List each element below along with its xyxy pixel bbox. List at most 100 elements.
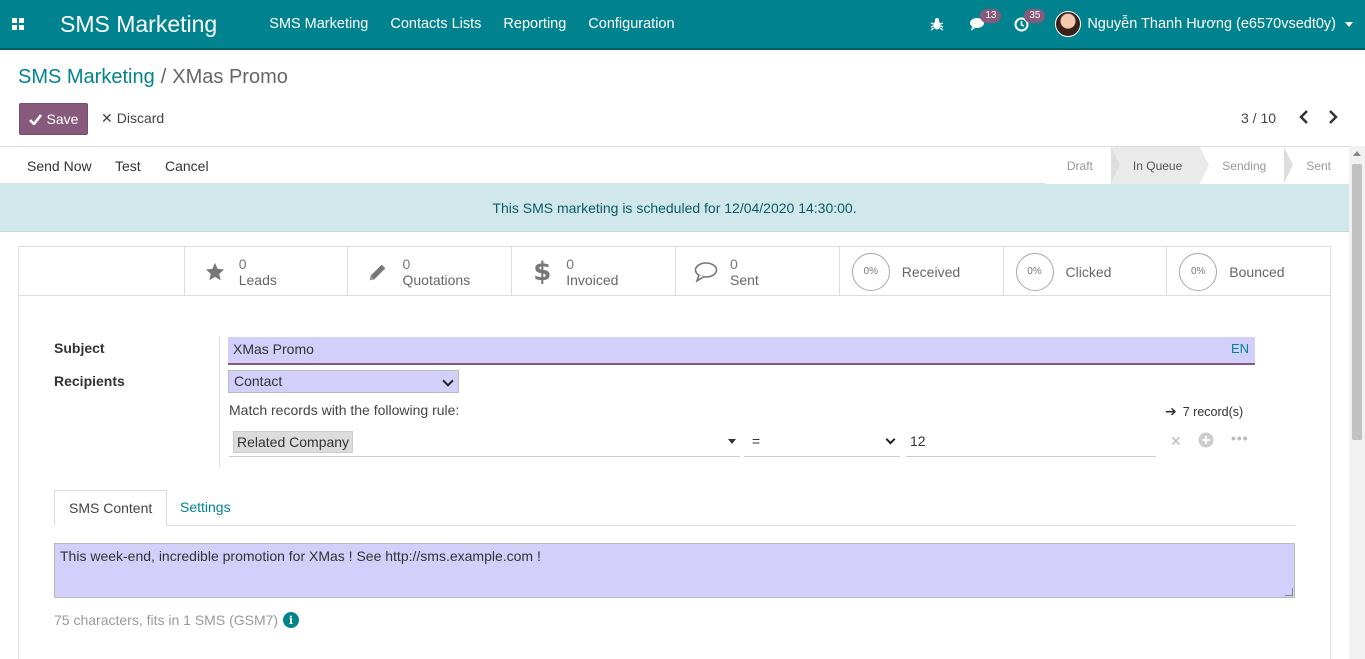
caret-down-icon xyxy=(728,439,736,444)
delete-rule-icon[interactable]: ✕ xyxy=(1170,433,1182,450)
menu-sms-marketing[interactable]: SMS Marketing xyxy=(269,16,368,32)
stat-quotations-button[interactable]: 0 Quotations xyxy=(347,247,511,296)
messaging-icon[interactable]: 13 xyxy=(970,8,1002,32)
subject-input[interactable]: XMas Promo EN xyxy=(228,337,1255,365)
chevron-left-icon xyxy=(1299,110,1308,124)
cancel-button[interactable]: Cancel xyxy=(165,158,209,174)
dollar-icon: $ xyxy=(533,256,552,287)
received-label: Received xyxy=(901,263,961,280)
chevron-down-icon xyxy=(1345,21,1353,27)
apps-menu-icon[interactable] xyxy=(0,0,36,49)
translate-language-button[interactable]: EN xyxy=(1231,341,1249,356)
user-name: Nguyễn Thanh Hương (e6570vsedt0y) xyxy=(1087,16,1336,32)
breadcrumb-current: XMas Promo xyxy=(172,66,288,88)
test-button[interactable]: Test xyxy=(115,158,141,174)
sms-body-textarea[interactable]: This week-end, incredible promotion for … xyxy=(54,543,1295,598)
activity-count-badge: 35 xyxy=(1024,8,1046,23)
sms-body-text: This week-end, incredible promotion for … xyxy=(60,548,541,564)
menu-configuration[interactable]: Configuration xyxy=(588,16,674,32)
stat-received-button[interactable]: 0% Received xyxy=(838,247,1003,296)
debug-bug-icon[interactable] xyxy=(930,17,944,31)
sent-count: 0 xyxy=(730,255,738,272)
records-count: 7 record(s) xyxy=(1182,405,1244,419)
send-now-button[interactable]: Send Now xyxy=(27,158,92,174)
arrow-right-icon: ➔ xyxy=(1165,403,1177,419)
form-header: Send Now Test Cancel Draft In Queue Send… xyxy=(0,146,1349,184)
clicked-percent: 0% xyxy=(1015,252,1054,291)
user-avatar xyxy=(1055,11,1082,37)
scrollbar-thumb[interactable] xyxy=(1352,164,1362,440)
scrollbar[interactable] xyxy=(1349,146,1365,659)
chevron-right-icon xyxy=(1329,110,1338,124)
subject-label: Subject xyxy=(54,340,105,356)
domain-value-input[interactable]: 12 xyxy=(906,428,1156,457)
domain-operator-value: = xyxy=(752,433,761,449)
stage-sent[interactable]: Sent xyxy=(1284,147,1349,184)
user-menu[interactable]: Nguyễn Thanh Hương (e6570vsedt0y) xyxy=(1055,11,1353,37)
domain-field-selector[interactable]: Related Company xyxy=(229,428,740,457)
app-brand[interactable]: SMS Marketing xyxy=(60,11,217,38)
stat-clicked-button[interactable]: 0% Clicked xyxy=(1002,247,1167,296)
sms-char-info: 75 characters, fits in 1 SMS (GSM7) xyxy=(54,612,279,628)
records-count-link[interactable]: ➔ 7 record(s) xyxy=(1165,403,1243,420)
quotations-count: 0 xyxy=(402,255,411,272)
recipients-label: Recipients xyxy=(54,373,125,389)
stat-buttons-row: 0 Leads 0 Quotations $ 0 Invoiced 0 Sent 0% … xyxy=(19,247,1330,296)
pager-next-button[interactable] xyxy=(1327,108,1341,128)
field-divider xyxy=(219,337,220,467)
close-icon: ✕ xyxy=(101,110,113,126)
chevron-down-icon xyxy=(885,434,896,445)
domain-field-chip: Related Company xyxy=(233,431,354,453)
invoiced-count: 0 xyxy=(566,255,575,272)
domain-operator-select[interactable]: = xyxy=(744,428,900,457)
leads-count: 0 xyxy=(238,255,247,272)
stat-leads-button[interactable]: 0 Leads xyxy=(183,247,348,296)
stat-invoiced-button[interactable]: $ 0 Invoiced xyxy=(511,247,675,296)
quotations-label: Quotations xyxy=(402,271,471,288)
status-bar: Draft In Queue Sending Sent xyxy=(1044,147,1349,184)
top-navbar: SMS Marketing SMS Marketing Contacts Lis… xyxy=(0,0,1365,50)
breadcrumb-parent-link[interactable]: SMS Marketing xyxy=(18,66,155,88)
recipients-value: Contact xyxy=(234,373,283,389)
pager-value[interactable]: 3 / 10 xyxy=(1241,110,1276,126)
subject-value: XMas Promo xyxy=(233,341,314,357)
bounced-percent: 0% xyxy=(1179,252,1218,291)
recipients-select[interactable]: Contact xyxy=(228,370,459,393)
discard-button[interactable]: ✕ Discard xyxy=(101,110,164,127)
messaging-count-badge: 13 xyxy=(980,8,1002,23)
comment-icon xyxy=(694,260,718,284)
star-icon xyxy=(203,260,227,284)
received-percent: 0% xyxy=(851,252,890,291)
menu-contacts-lists[interactable]: Contacts Lists xyxy=(390,16,481,32)
sent-label: Sent xyxy=(730,271,759,288)
more-options-icon[interactable]: ••• xyxy=(1231,430,1249,446)
stage-in-queue[interactable]: In Queue xyxy=(1110,147,1210,184)
save-button[interactable]: Save xyxy=(19,103,88,135)
resize-handle[interactable] xyxy=(1285,588,1293,596)
info-icon[interactable]: i xyxy=(283,612,299,628)
pager-previous-button[interactable] xyxy=(1298,108,1312,128)
menu-reporting[interactable]: Reporting xyxy=(503,16,566,32)
add-rule-icon[interactable] xyxy=(1198,432,1214,451)
activity-clock-icon[interactable]: 35 xyxy=(1014,8,1046,32)
bounced-label: Bounced xyxy=(1229,263,1285,280)
notebook-tabs: SMS Content Settings xyxy=(54,490,1295,526)
match-rule-text: Match records with the following rule: xyxy=(229,402,460,418)
tab-sms-content[interactable]: SMS Content xyxy=(54,490,168,526)
breadcrumb-separator: / xyxy=(160,66,167,88)
breadcrumb: SMS Marketing / XMas Promo xyxy=(18,66,288,89)
stage-sending[interactable]: Sending xyxy=(1200,147,1294,184)
scroll-up-arrow-icon[interactable] xyxy=(1353,151,1361,156)
invoiced-label: Invoiced xyxy=(566,271,619,288)
tab-settings[interactable]: Settings xyxy=(166,490,245,526)
stage-draft[interactable]: Draft xyxy=(1044,147,1120,184)
scheduled-alert: This SMS marketing is scheduled for 12/0… xyxy=(0,184,1349,232)
leads-label: Leads xyxy=(238,271,277,288)
stat-bounced-button[interactable]: 0% Bounced xyxy=(1166,247,1330,296)
chevron-down-icon xyxy=(442,375,454,387)
check-icon xyxy=(28,113,42,125)
discard-button-label: Discard xyxy=(116,110,165,126)
stat-sent-button[interactable]: 0 Sent xyxy=(675,247,839,296)
domain-value: 12 xyxy=(910,433,926,449)
pencil-icon xyxy=(366,260,390,284)
